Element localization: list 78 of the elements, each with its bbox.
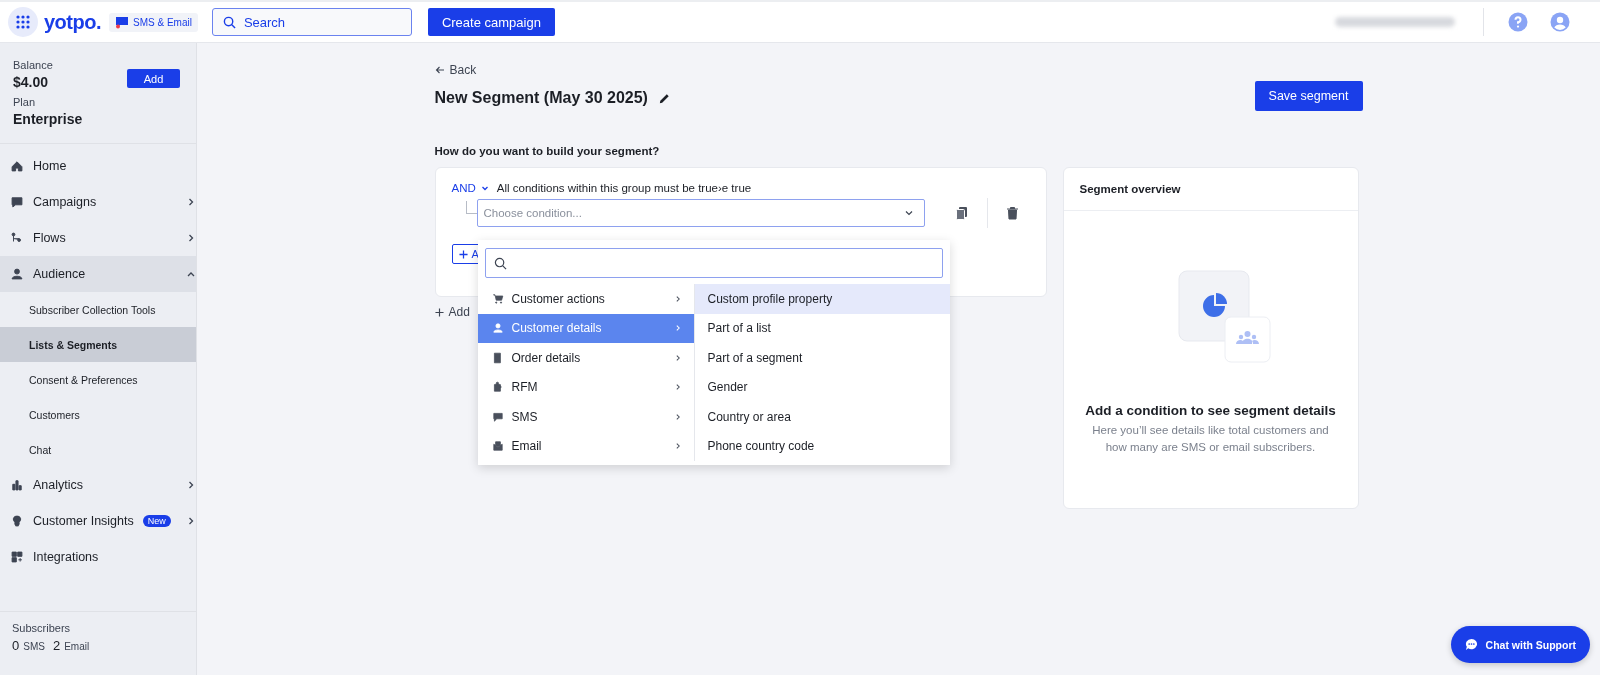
search-field[interactable]: Search <box>211 8 412 36</box>
caret-icon <box>480 184 489 192</box>
category-menu-item[interactable]: Email <box>477 431 694 461</box>
add-group-link[interactable]: Add <box>434 305 470 319</box>
search-icon <box>493 256 507 270</box>
category-menu-item[interactable]: RFM <box>477 372 694 402</box>
nav-subitem[interactable]: Consent & Preferences <box>0 362 196 397</box>
search-placeholder: Search <box>243 14 286 30</box>
logo: yotpo. <box>44 10 101 34</box>
apps-menu-button[interactable] <box>8 7 38 37</box>
dropdown-search-field[interactable] <box>484 248 943 278</box>
save-segment-button[interactable]: Save segment <box>1254 81 1363 111</box>
page-title: New Segment (May 30 2025) <box>434 89 648 107</box>
empty-state-text: Here you’ll see details like total customers and how many are SMS or email subscribers. <box>1091 423 1330 455</box>
condition-option[interactable]: Part of a segment <box>694 343 950 373</box>
operator-dropdown[interactable]: AND <box>451 182 489 194</box>
nav-item[interactable]: Flows <box>0 220 196 256</box>
sms-label: SMS <box>23 641 45 652</box>
arrow-left-icon <box>434 65 445 75</box>
badge-label: SMS & Email <box>133 16 192 28</box>
nav-item[interactable]: Customer Insights New <box>0 503 196 539</box>
balance-amount: $4.00 <box>13 74 50 90</box>
select-placeholder: Choose condition... <box>483 207 583 219</box>
email-label: Email <box>64 641 90 652</box>
group-description: All conditions within this group must be true›e true <box>496 182 752 194</box>
nav-icon <box>10 159 24 173</box>
chevron-down-icon <box>903 208 914 218</box>
chat-support-button[interactable]: Chat with Support <box>1450 626 1590 663</box>
category-icon <box>491 440 504 453</box>
condition-option[interactable]: Phone country code <box>694 431 950 461</box>
add-balance-button[interactable]: Add <box>127 69 180 88</box>
plus-icon <box>458 249 468 259</box>
copy-icon[interactable] <box>954 206 969 220</box>
condition-option[interactable]: Country or area <box>694 402 950 432</box>
category-menu-item[interactable]: Customer actions <box>477 284 694 314</box>
nav-item[interactable]: Audience <box>0 256 196 292</box>
plan-label: Plan <box>13 96 37 108</box>
question-text: How do you want to build your segment? <box>434 145 661 157</box>
search-icon <box>222 15 236 29</box>
nav-item[interactable]: Integrations <box>0 539 196 575</box>
category-icon <box>491 292 504 305</box>
chat-icon <box>115 15 129 29</box>
nav-icon <box>10 195 24 209</box>
create-campaign-button[interactable]: Create campaign <box>427 8 555 36</box>
nav-subitem[interactable]: Subscriber Collection Tools <box>0 292 196 327</box>
plan-name: Enterprise <box>13 111 84 127</box>
chat-bubble-icon <box>1464 638 1478 651</box>
condition-option[interactable]: Gender <box>694 372 950 402</box>
grid-icon <box>15 14 31 30</box>
nav-item[interactable]: Analytics <box>0 467 196 503</box>
balance-label: Balance <box>13 59 53 71</box>
category-icon <box>491 322 504 335</box>
back-link[interactable]: Back <box>434 63 1363 77</box>
nav-subitem[interactable]: Customers <box>0 397 196 432</box>
empty-state-title: Add a condition to see segment details <box>1085 403 1336 418</box>
category-icon <box>491 381 504 394</box>
sms-count: 0 <box>12 638 20 653</box>
new-badge: New <box>142 515 171 527</box>
category-icon <box>491 410 504 423</box>
nav-item[interactable]: Home <box>0 148 196 184</box>
nav-icon <box>10 550 24 564</box>
category-menu-item[interactable]: SMS <box>477 402 694 432</box>
condition-option[interactable]: Part of a list <box>694 313 950 343</box>
nav-icon <box>10 231 24 245</box>
category-menu-item[interactable]: Order details <box>477 343 694 373</box>
nav-subitem[interactable]: Chat <box>0 432 196 467</box>
overview-title: Segment overview <box>1063 168 1358 211</box>
nav-subitem[interactable]: Lists & Segments <box>0 327 196 362</box>
category-icon <box>491 351 504 364</box>
subscribers-label: Subscribers <box>12 622 72 634</box>
nav-icon <box>10 514 24 528</box>
trash-icon[interactable] <box>1005 206 1019 220</box>
nav-icon <box>10 267 24 281</box>
nav-icon <box>10 478 24 492</box>
email-count: 2 <box>52 638 61 653</box>
condition-option[interactable]: Custom profile property <box>694 284 950 314</box>
nav-item[interactable]: Campaigns <box>0 184 196 220</box>
plus-icon <box>434 307 444 317</box>
